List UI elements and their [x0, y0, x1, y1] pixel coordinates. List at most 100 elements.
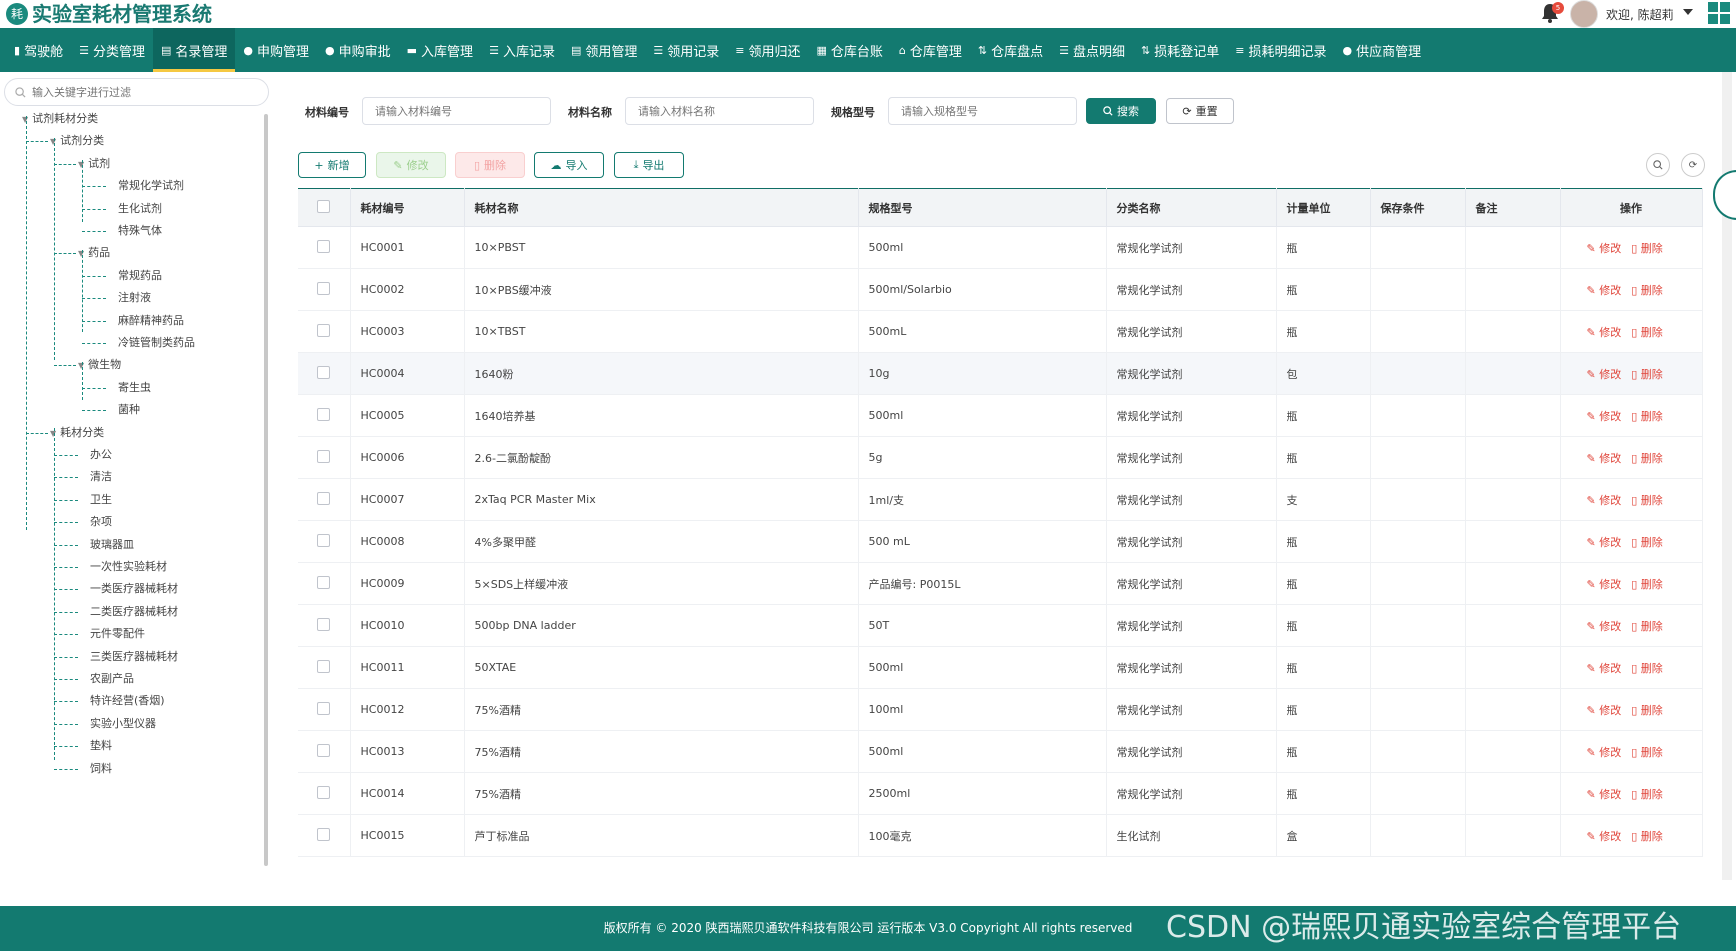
avatar[interactable] [1570, 0, 1598, 28]
apps-grid-icon[interactable] [1708, 2, 1730, 24]
row-delete-button[interactable]: ▯ 删除 [1631, 704, 1663, 717]
tree-node[interactable]: 一次性实验耗材 [90, 558, 167, 576]
nav-item-12[interactable]: ⇅ 仓库盘点 [970, 28, 1051, 72]
chevron-down-icon[interactable] [1683, 9, 1693, 15]
row-delete-button[interactable]: ▯ 删除 [1631, 620, 1663, 633]
tree-node[interactable]: 玻璃器皿 [90, 536, 134, 554]
tree-node[interactable]: 卫生 [90, 491, 112, 509]
row-edit-button[interactable]: ✎ 修改 [1587, 284, 1622, 297]
row-select-cell[interactable] [298, 646, 351, 689]
row-delete-button[interactable]: ▯ 删除 [1631, 536, 1663, 549]
row-checkbox[interactable] [317, 281, 331, 295]
table-row[interactable]: HC0002 10×PBS缓冲液 500ml/Solarbio 常规化学试剂瓶 ✎ 修改… [298, 268, 1703, 311]
row-delete-button[interactable]: ▯ 删除 [1631, 326, 1663, 339]
nav-item-16[interactable]: ● 供应商管理 [1335, 28, 1430, 72]
nav-item-0[interactable]: ▮ 驾驶舱 [6, 28, 71, 72]
row-delete-button[interactable]: ▯ 删除 [1631, 368, 1663, 381]
search-button[interactable]: 搜索 [1086, 98, 1156, 124]
table-row[interactable]: HC0015 芦丁标准品 100毫克 生化试剂盒 ✎ 修改 ▯ 删除 [298, 814, 1703, 857]
tree-node[interactable]: 常规药品 [118, 267, 162, 285]
tree-node[interactable]: 杂项 [90, 513, 112, 531]
table-row[interactable]: HC0008 4%多聚甲醛 500 mL 常规化学试剂瓶 ✎ 修改 ▯ 删除 [298, 520, 1703, 563]
tree-node[interactable]: 农副产品 [90, 670, 134, 688]
select-all-checkbox[interactable] [317, 199, 331, 213]
row-checkbox[interactable] [317, 701, 331, 715]
row-edit-button[interactable]: ✎ 修改 [1587, 788, 1622, 801]
nav-item-5[interactable]: ▬ 入库管理 [399, 28, 481, 72]
row-edit-button[interactable]: ✎ 修改 [1587, 368, 1622, 381]
nav-item-1[interactable]: ☰ 分类管理 [71, 28, 153, 72]
table-row[interactable]: HC0012 75%酒精 100ml 常规化学试剂瓶 ✎ 修改 ▯ 删除 [298, 688, 1703, 731]
row-select-cell[interactable] [298, 478, 351, 521]
row-select-cell[interactable] [298, 436, 351, 479]
row-checkbox[interactable] [317, 239, 331, 253]
row-select-cell[interactable] [298, 772, 351, 815]
row-checkbox[interactable] [317, 323, 331, 337]
nav-item-8[interactable]: ☰ 领用记录 [645, 28, 727, 72]
nav-item-4[interactable]: ● 申购审批 [317, 28, 399, 72]
table-row[interactable]: HC0001 10×PBST 500ml 常规化学试剂瓶 ✎ 修改 ▯ 删除 [298, 226, 1703, 269]
row-checkbox[interactable] [317, 617, 331, 631]
row-delete-button[interactable]: ▯ 删除 [1631, 494, 1663, 507]
tree-node[interactable]: ▼ 试剂耗材分类 [22, 110, 98, 128]
tree-filter-input[interactable] [32, 85, 252, 99]
spec-input[interactable] [888, 97, 1077, 125]
tree-node[interactable]: 特许经营(香烟) [90, 692, 165, 710]
row-checkbox[interactable] [317, 659, 331, 673]
row-edit-button[interactable]: ✎ 修改 [1587, 578, 1622, 591]
tree-node[interactable]: 注射液 [118, 289, 151, 307]
tree-node[interactable]: 冷链管制类药品 [118, 334, 195, 352]
nav-item-7[interactable]: ▤ 领用管理 [563, 28, 645, 72]
row-checkbox[interactable] [317, 785, 331, 799]
table-row[interactable]: HC0004 1640粉 10g 常规化学试剂包 ✎ 修改 ▯ 删除 [298, 352, 1703, 395]
edit-button[interactable]: ✎ 修改 [376, 152, 446, 178]
table-row[interactable]: HC0010 500bp DNA ladder 50T 常规化学试剂瓶 ✎ 修改 ▯ 删除 [298, 604, 1703, 647]
nav-item-2[interactable]: ▤ 名录管理 [152, 28, 236, 72]
row-checkbox[interactable] [317, 491, 331, 505]
table-row[interactable]: HC0009 5×SDS上样缓冲液 产品编号: P0015L 常规化学试剂瓶 ✎ 修改 ▯… [298, 562, 1703, 605]
table-row[interactable]: HC0007 2xTaq PCR Master Mix 1ml/支 常规化学试剂支 ✎ … [298, 478, 1703, 521]
tree-node[interactable]: 寄生虫 [118, 379, 151, 397]
row-select-cell[interactable] [298, 730, 351, 773]
toggle-search-button[interactable] [1646, 153, 1670, 177]
tree-node[interactable]: ▼ 耗材分类 [50, 424, 104, 442]
tree-node[interactable]: 麻醉精神药品 [118, 312, 184, 330]
tree-filter[interactable] [4, 78, 269, 106]
tree-node[interactable]: 二类医疗器械耗材 [90, 603, 178, 621]
nav-item-15[interactable]: ≡ 损耗明细记录 [1227, 28, 1334, 72]
row-select-cell[interactable] [298, 310, 351, 353]
export-button[interactable]: ⤓ 导出 [614, 152, 684, 178]
import-button[interactable]: ☁ 导入 [534, 152, 604, 178]
table-row[interactable]: HC0003 10×TBST 500mL 常规化学试剂瓶 ✎ 修改 ▯ 删除 [298, 310, 1703, 353]
row-edit-button[interactable]: ✎ 修改 [1587, 452, 1622, 465]
tree-node[interactable]: 特殊气体 [118, 222, 162, 240]
tree-node[interactable]: 垫料 [90, 737, 112, 755]
row-checkbox[interactable] [317, 407, 331, 421]
row-edit-button[interactable]: ✎ 修改 [1587, 662, 1622, 675]
row-edit-button[interactable]: ✎ 修改 [1587, 494, 1622, 507]
tree-node[interactable]: 饲料 [90, 760, 112, 778]
nav-item-10[interactable]: ▦ 仓库台账 [809, 28, 891, 72]
row-checkbox[interactable] [317, 827, 331, 841]
table-row[interactable]: HC0014 75%酒精 2500ml 常规化学试剂瓶 ✎ 修改 ▯ 删除 [298, 772, 1703, 815]
nav-item-11[interactable]: ⌂ 仓库管理 [891, 28, 970, 72]
row-select-cell[interactable] [298, 352, 351, 395]
name-input[interactable] [625, 97, 814, 125]
add-button[interactable]: + 新增 [298, 152, 366, 178]
refresh-button[interactable]: ⟳ [1681, 153, 1705, 177]
table-row[interactable]: HC0013 75%酒精 500ml 常规化学试剂瓶 ✎ 修改 ▯ 删除 [298, 730, 1703, 773]
tree-node[interactable]: 菌种 [118, 401, 140, 419]
row-delete-button[interactable]: ▯ 删除 [1631, 578, 1663, 591]
row-select-cell[interactable] [298, 562, 351, 605]
tree-node[interactable]: ▼ 微生物 [78, 356, 121, 374]
row-select-cell[interactable] [298, 268, 351, 311]
tree-node[interactable]: 元件零配件 [90, 625, 145, 643]
row-edit-button[interactable]: ✎ 修改 [1587, 536, 1622, 549]
code-input[interactable] [362, 97, 551, 125]
row-delete-button[interactable]: ▯ 删除 [1631, 788, 1663, 801]
nav-item-14[interactable]: ⇅ 损耗登记单 [1133, 28, 1227, 72]
row-delete-button[interactable]: ▯ 删除 [1631, 242, 1663, 255]
tree-node[interactable]: ▼ 试剂分类 [50, 132, 104, 150]
row-checkbox[interactable] [317, 449, 331, 463]
row-checkbox[interactable] [317, 533, 331, 547]
